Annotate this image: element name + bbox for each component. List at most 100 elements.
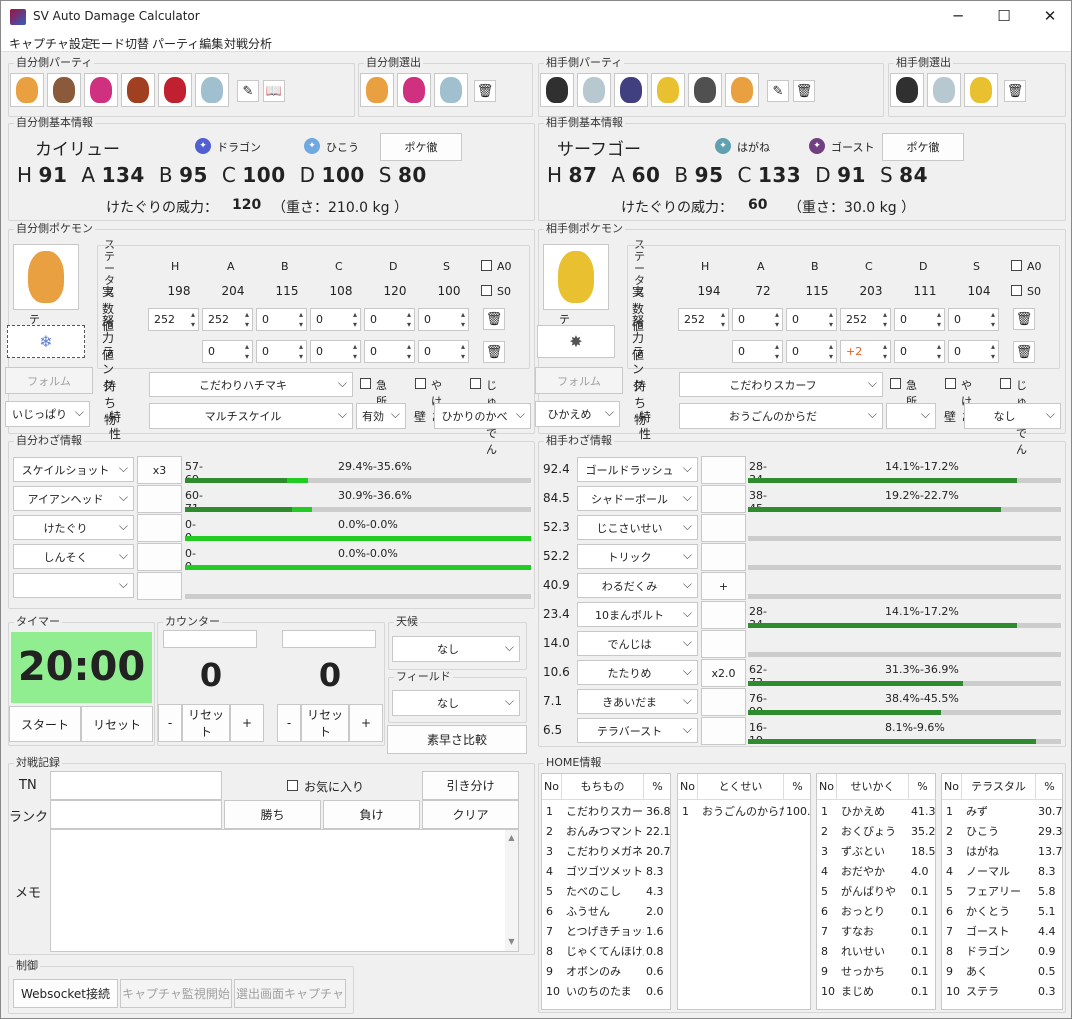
win-button[interactable]: 勝ち: [224, 800, 321, 829]
move-multiplier[interactable]: x3: [137, 456, 182, 484]
party-slot[interactable]: [434, 73, 468, 107]
party-slot[interactable]: [397, 73, 431, 107]
trash-icon[interactable]: 🗑: [483, 308, 505, 330]
move-multiplier[interactable]: [701, 717, 746, 745]
ev-input[interactable]: 0: [418, 308, 469, 331]
party-slot[interactable]: [84, 73, 118, 107]
lose-button[interactable]: 負け: [323, 800, 420, 829]
close-button[interactable]: ✕: [1027, 1, 1071, 32]
ev-input[interactable]: 0: [948, 308, 999, 331]
move-multiplier[interactable]: [701, 630, 746, 658]
ev-input[interactable]: 0: [310, 308, 361, 331]
move-multiplier[interactable]: [137, 485, 182, 513]
crit-checkbox[interactable]: [360, 378, 371, 389]
menu-party-edit[interactable]: パーティ編集: [152, 35, 223, 52]
field-select[interactable]: なし: [392, 690, 520, 716]
move-select[interactable]: スケイルショット: [13, 457, 134, 482]
a0-checkbox[interactable]: [481, 260, 492, 271]
pokemon-db-button[interactable]: ポケ徹: [380, 133, 462, 161]
timer-start-button[interactable]: スタート: [9, 706, 81, 742]
nature-select[interactable]: いじっぱり: [5, 401, 90, 427]
move-select[interactable]: たたりめ: [577, 660, 698, 685]
move-select[interactable]: しんそく: [13, 544, 134, 569]
rank-input[interactable]: 0: [256, 340, 307, 363]
move-select[interactable]: テラバースト: [577, 718, 698, 743]
item-select[interactable]: こだわりハチマキ: [149, 372, 353, 397]
counter-plus-button[interactable]: +: [349, 704, 383, 742]
rank-input[interactable]: +2: [840, 340, 891, 363]
counter-minus-button[interactable]: -: [158, 704, 182, 742]
move-multiplier[interactable]: x2.0: [701, 659, 746, 687]
draw-button[interactable]: 引き分け: [422, 771, 519, 800]
party-slot[interactable]: [47, 73, 81, 107]
wall-select[interactable]: ひかりのかべ: [434, 403, 531, 429]
tera-ice-icon[interactable]: ❄: [7, 325, 85, 358]
burn-checkbox[interactable]: [415, 378, 426, 389]
move-select[interactable]: ゴールドラッシュ: [577, 457, 698, 482]
move-select[interactable]: でんじは: [577, 631, 698, 656]
party-slot[interactable]: [360, 73, 394, 107]
menu-capture-settings[interactable]: キャプチャ設定: [9, 35, 93, 52]
counter-plus-button[interactable]: +: [230, 704, 264, 742]
move-select[interactable]: わるだくみ: [577, 573, 698, 598]
favorite-checkbox[interactable]: [287, 780, 298, 791]
move-multiplier[interactable]: [701, 601, 746, 629]
move-multiplier[interactable]: [701, 688, 746, 716]
clear-button[interactable]: クリア: [422, 800, 519, 829]
trash-icon[interactable]: 🗑: [1013, 308, 1035, 330]
ev-input[interactable]: 252: [148, 308, 199, 331]
wall-select[interactable]: なし: [964, 403, 1061, 429]
memo-scrollbar[interactable]: ▲ ▼: [505, 830, 518, 951]
weather-select[interactable]: なし: [392, 636, 520, 662]
rank-input[interactable]: [50, 800, 222, 829]
move-select[interactable]: けたぐり: [13, 515, 134, 540]
websocket-connect-button[interactable]: Websocket接続: [13, 979, 118, 1008]
party-slot[interactable]: [195, 73, 229, 107]
party-slot[interactable]: [540, 73, 574, 107]
ability-state-select[interactable]: 有効: [356, 403, 406, 429]
party-slot[interactable]: [10, 73, 44, 107]
party-slot[interactable]: [577, 73, 611, 107]
ev-input[interactable]: 252: [678, 308, 729, 331]
move-multiplier[interactable]: [137, 514, 182, 542]
ability-select[interactable]: おうごんのからだ: [679, 403, 883, 429]
trash-icon[interactable]: 🗑: [474, 80, 496, 102]
move-select[interactable]: シャドーボール: [577, 486, 698, 511]
move-select[interactable]: きあいだま: [577, 689, 698, 714]
rank-input[interactable]: 0: [202, 340, 253, 363]
counter-reset-button[interactable]: リセット: [301, 704, 349, 742]
minimize-button[interactable]: ─: [935, 1, 981, 32]
move-select[interactable]: トリック: [577, 544, 698, 569]
ev-input[interactable]: 0: [364, 308, 415, 331]
ability-select[interactable]: マルチスケイル: [149, 403, 353, 429]
ev-input[interactable]: 0: [894, 308, 945, 331]
party-slot[interactable]: [964, 73, 998, 107]
menu-mode-switch[interactable]: モード切替: [89, 35, 149, 52]
party-slot[interactable]: [725, 73, 759, 107]
book-icon[interactable]: 📖: [263, 80, 285, 102]
ev-input[interactable]: 0: [732, 308, 783, 331]
party-slot[interactable]: [121, 73, 155, 107]
rank-input[interactable]: 0: [418, 340, 469, 363]
edit-party-icon[interactable]: ✎: [767, 80, 789, 102]
selection-capture-button[interactable]: 選出画面キャプチャ: [234, 979, 346, 1008]
move-multiplier[interactable]: [701, 485, 746, 513]
move-multiplier[interactable]: [701, 543, 746, 571]
counter-reset-button[interactable]: リセット: [182, 704, 230, 742]
a0-checkbox[interactable]: [1011, 260, 1022, 271]
tera-stellar-icon[interactable]: ✸: [537, 325, 615, 358]
counter-name-input[interactable]: [163, 630, 257, 648]
nature-select[interactable]: ひかえめ: [535, 401, 620, 427]
memo-textarea[interactable]: [50, 829, 519, 952]
ev-input[interactable]: 252: [840, 308, 891, 331]
counter-minus-button[interactable]: -: [277, 704, 301, 742]
rank-input[interactable]: 0: [786, 340, 837, 363]
form-button[interactable]: フォルム: [535, 367, 623, 394]
party-slot[interactable]: [614, 73, 648, 107]
charge-checkbox[interactable]: [1000, 378, 1011, 389]
rank-input[interactable]: 0: [732, 340, 783, 363]
capture-watch-button[interactable]: キャプチャ監視開始: [120, 979, 232, 1008]
speed-compare-button[interactable]: 素早さ比較: [387, 725, 527, 754]
counter-name-input[interactable]: [282, 630, 376, 648]
s0-checkbox[interactable]: [481, 285, 492, 296]
